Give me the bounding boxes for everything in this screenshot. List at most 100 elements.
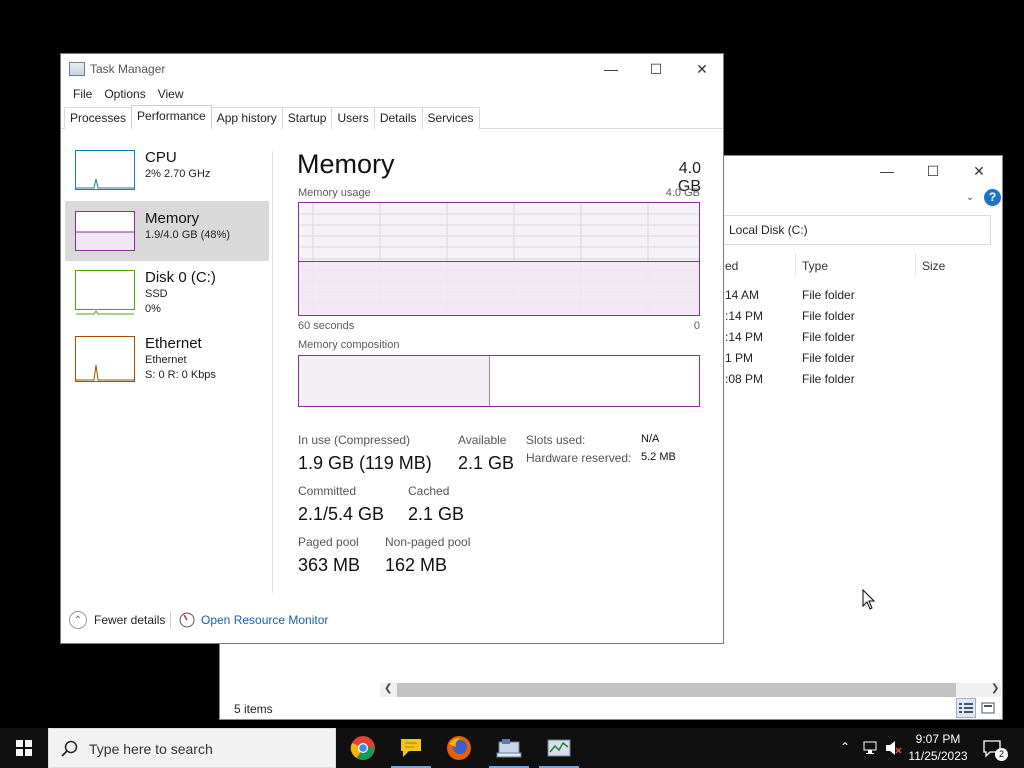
stat-nonpaged-pool-value: 162 MB <box>385 555 448 575</box>
tab-startup[interactable]: Startup <box>281 107 333 129</box>
scroll-left-icon[interactable]: ❮ <box>384 683 392 694</box>
window-title: Task Manager <box>90 62 166 76</box>
system-clock[interactable]: 9:07 PM 11/25/2023 <box>906 731 970 765</box>
menu-view[interactable]: View <box>152 85 190 103</box>
sidebar-item-memory[interactable]: Memory 1.9/4.0 GB (48%) <box>65 201 269 261</box>
sidebar-item-cpu[interactable]: CPU 2% 2.70 GHz <box>65 146 269 206</box>
row-type[interactable]: File folder <box>802 372 855 386</box>
column-divider[interactable] <box>795 253 796 277</box>
tab-performance[interactable]: Performance <box>131 105 212 129</box>
tab-processes[interactable]: Processes <box>64 107 133 129</box>
volume-muted-icon[interactable] <box>885 740 903 761</box>
taskbar: Type here to search ⌃ 9:07 PM 11/25/2023… <box>0 728 1024 768</box>
stat-paged-pool-label: Paged pool <box>298 535 359 549</box>
menu-bar: File Options View <box>67 85 190 103</box>
notes-icon <box>401 739 421 757</box>
stat-cached-value: 2.1 GB <box>408 504 465 524</box>
firefox-icon <box>447 736 471 760</box>
chrome-icon <box>350 736 375 760</box>
sidebar-item-ethernet[interactable]: Ethernet Ethernet S: 0 R: 0 Kbps <box>65 332 269 392</box>
close-button[interactable]: ✕ <box>956 156 1002 186</box>
sidebar-ethernet-adapter: Ethernet <box>145 354 187 366</box>
footer-divider <box>170 611 171 629</box>
sidebar-disk-usage: 0% <box>145 303 161 315</box>
taskbar-search-box[interactable]: Type here to search <box>48 728 336 768</box>
explorer-window-controls: — ☐ ✕ <box>864 156 1002 186</box>
menu-file[interactable]: File <box>67 85 98 103</box>
chevron-up-icon[interactable]: ⌃ <box>69 611 87 629</box>
scrollbar-thumb[interactable] <box>397 683 956 697</box>
row-type[interactable]: File folder <box>802 330 855 344</box>
close-button[interactable]: ✕ <box>679 54 725 84</box>
graph-time-left: 60 seconds <box>298 320 355 332</box>
address-bar[interactable]: Local Disk (C:) <box>720 215 991 245</box>
memory-usage-graph <box>298 202 700 316</box>
help-icon[interactable]: ? <box>984 189 1001 206</box>
taskbar-chrome[interactable] <box>339 728 387 768</box>
task-manager-window: Task Manager — ☐ ✕ File Options View Pro… <box>60 53 724 644</box>
details-view-icon[interactable] <box>956 698 976 718</box>
network-icon[interactable] <box>862 740 880 761</box>
column-header-type[interactable]: Type <box>802 259 828 273</box>
chevron-down-icon[interactable]: ⌄ <box>963 192 977 206</box>
stat-hw-reserved-value: 5.2 MB <box>641 451 676 463</box>
stat-available-value: 2.1 GB <box>458 453 515 473</box>
stat-committed-value: 2.1/5.4 GB <box>298 504 385 524</box>
taskbar-sticky-notes[interactable] <box>387 728 435 768</box>
task-manager-app-icon <box>69 62 85 76</box>
memory-composition-bar <box>298 355 700 407</box>
stat-cached-label: Cached <box>408 484 450 498</box>
row-modified[interactable]: :14 PM <box>725 330 763 344</box>
minimize-button[interactable]: — <box>588 54 634 84</box>
stat-committed-label: Committed <box>298 484 357 498</box>
row-type[interactable]: File folder <box>802 351 855 365</box>
sidebar-cpu-usage: 2% 2.70 GHz <box>145 168 211 180</box>
minimize-button[interactable]: — <box>864 156 910 186</box>
tab-app-history[interactable]: App history <box>210 107 283 129</box>
tab-users[interactable]: Users <box>331 107 375 129</box>
stat-hw-reserved-label: Hardware reserved: <box>526 451 632 465</box>
row-type[interactable]: File folder <box>802 309 855 323</box>
tab-services[interactable]: Services <box>421 107 480 129</box>
show-hidden-icons-icon[interactable]: ⌃ <box>840 740 850 754</box>
task-manager-icon <box>547 739 571 757</box>
row-modified[interactable]: 1 PM <box>725 351 753 365</box>
cpu-thumbnail-graph <box>75 150 135 190</box>
row-type[interactable]: File folder <box>802 288 855 302</box>
stat-in-use-value: 1.9 GB (119 MB) <box>298 453 432 473</box>
page-title: Memory <box>297 149 395 179</box>
maximize-button[interactable]: ☐ <box>633 54 679 84</box>
notification-count-badge: 2 <box>995 748 1008 761</box>
tab-details[interactable]: Details <box>373 107 423 129</box>
taskbar-firefox[interactable] <box>435 728 483 768</box>
clock-date: 11/25/2023 <box>908 749 968 763</box>
memory-usage-max: 4.0 GB <box>665 187 700 199</box>
column-header-modified[interactable]: ed <box>725 259 738 273</box>
taskbar-task-manager[interactable] <box>535 728 583 768</box>
row-modified[interactable]: :08 PM <box>725 372 763 386</box>
sidebar-label-ethernet: Ethernet <box>145 335 202 352</box>
column-header-size[interactable]: Size <box>922 259 945 273</box>
row-modified[interactable]: 14 AM <box>725 288 759 302</box>
scroll-right-icon[interactable]: ❯ <box>991 683 999 694</box>
column-divider[interactable] <box>915 253 916 277</box>
status-bar-count: 5 items <box>234 702 273 716</box>
start-button[interactable] <box>0 728 48 768</box>
maximize-button[interactable]: ☐ <box>910 156 956 186</box>
taskbar-file-manager[interactable] <box>485 728 533 768</box>
stat-slots-label: Slots used: <box>526 433 586 447</box>
large-icons-view-icon[interactable] <box>978 698 998 718</box>
row-modified[interactable]: :14 PM <box>725 309 763 323</box>
resource-monitor-icon[interactable] <box>179 612 195 628</box>
menu-options[interactable]: Options <box>98 85 151 103</box>
sidebar-ethernet-throughput: S: 0 R: 0 Kbps <box>145 369 216 381</box>
open-resource-monitor-link[interactable]: Open Resource Monitor <box>201 613 328 627</box>
panel-divider[interactable] <box>272 151 273 593</box>
file-manager-icon <box>496 739 522 758</box>
mouse-cursor-icon <box>862 588 876 616</box>
fewer-details-button[interactable]: Fewer details <box>94 613 165 627</box>
search-icon <box>61 740 78 757</box>
sidebar-item-disk[interactable]: Disk 0 (C:) SSD 0% <box>65 266 269 326</box>
graph-time-right: 0 <box>693 320 700 332</box>
memory-usage-label: Memory usage <box>298 187 371 199</box>
